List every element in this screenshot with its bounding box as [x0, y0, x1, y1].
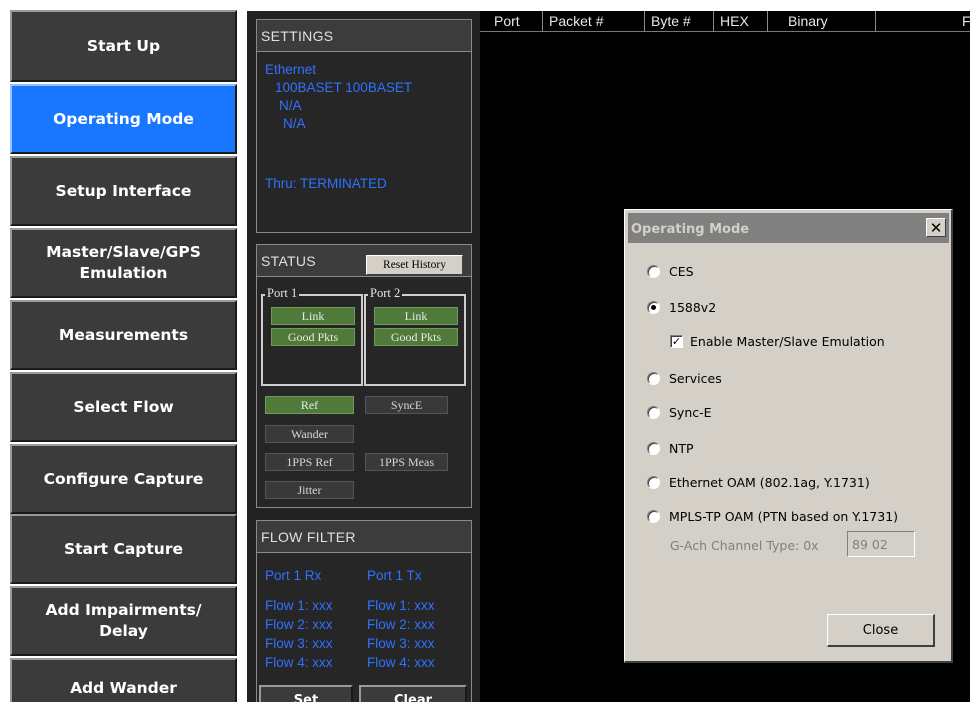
port-1-link-indicator: Link: [271, 307, 355, 325]
nav-setup-interface-button[interactable]: Setup Interface: [10, 156, 237, 226]
port-1-good-pkts-indicator: Good Pkts: [271, 328, 355, 346]
radio-icon[interactable]: [647, 265, 660, 278]
port-2-status-box: Port 2 Link Good Pkts: [364, 286, 466, 386]
option-sync-e[interactable]: Sync-E: [647, 405, 712, 420]
reset-history-button[interactable]: Reset History: [366, 255, 463, 275]
wander-indicator: Wander: [265, 425, 354, 443]
nav-configure-capture-button[interactable]: Configure Capture: [10, 444, 237, 514]
nav-master-slave-gps-button[interactable]: Master/Slave/GPS Emulation: [10, 228, 237, 298]
option-label: 1588v2: [669, 300, 717, 315]
checkbox-label: Enable Master/Slave Emulation: [690, 334, 885, 349]
flow-rx-header: Port 1 Rx: [265, 568, 322, 583]
operating-mode-dialog: Operating Mode ✕ CES 1588v2 ✓ Enable Mas…: [624, 209, 953, 663]
close-icon[interactable]: ✕: [926, 218, 946, 237]
synce-indicator: SyncE: [365, 396, 448, 414]
port-2-good-pkts-indicator: Good Pkts: [374, 328, 458, 346]
flow-filter-title: FLOW FILTER: [257, 521, 471, 553]
nav-operating-mode-button[interactable]: Operating Mode: [10, 84, 237, 154]
option-services[interactable]: Services: [647, 371, 722, 386]
radio-icon[interactable]: [647, 476, 660, 489]
port-2-title: Port 2: [368, 286, 403, 301]
column-truncated[interactable]: F: [960, 11, 970, 32]
nav-measurements-button[interactable]: Measurements: [10, 300, 237, 370]
settings-panel: SETTINGS Ethernet 100BASET 100BASET N/A …: [256, 19, 472, 233]
status-panel: STATUS Reset History Port 1 Link Good Pk…: [256, 244, 472, 508]
radio-icon[interactable]: [647, 510, 660, 523]
option-ethernet-oam[interactable]: Ethernet OAM (802.1ag, Y.1731): [647, 475, 870, 490]
option-label: MPLS-TP OAM (PTN based on Y.1731): [669, 509, 899, 524]
flow-tx-item: Flow 2: xxx: [367, 617, 435, 632]
column-binary[interactable]: Binary: [768, 11, 876, 32]
ref-indicator: Ref: [265, 396, 354, 414]
checkmark-icon[interactable]: ✓: [670, 335, 683, 348]
column-byte[interactable]: Byte #: [645, 11, 714, 32]
nav-start-up-button[interactable]: Start Up: [10, 10, 237, 82]
nav-start-capture-button[interactable]: Start Capture: [10, 514, 237, 584]
option-1588v2[interactable]: 1588v2: [647, 300, 716, 315]
settings-port-speeds: 100BASET 100BASET: [275, 80, 413, 95]
port-1-status-box: Port 1 Link Good Pkts: [261, 286, 363, 386]
port-2-link-indicator: Link: [374, 307, 458, 325]
nav-select-flow-button[interactable]: Select Flow: [10, 372, 237, 442]
settings-thru-mode: Thru: TERMINATED: [265, 176, 387, 191]
option-label: NTP: [669, 441, 694, 456]
flow-tx-item: Flow 1: xxx: [367, 598, 435, 613]
dialog-title: Operating Mode: [631, 222, 750, 237]
settings-value-2: N/A: [283, 116, 306, 131]
enable-emulation-checkbox[interactable]: ✓ Enable Master/Slave Emulation: [670, 334, 885, 349]
gach-channel-field[interactable]: 89 02: [847, 531, 915, 557]
flow-rx-item: Flow 4: xxx: [265, 655, 333, 670]
option-label: Services: [669, 371, 722, 386]
status-side-panel: SETTINGS Ethernet 100BASET 100BASET N/A …: [247, 11, 480, 702]
dialog-title-bar[interactable]: Operating Mode ✕: [628, 213, 949, 243]
option-mpls-tp-oam[interactable]: MPLS-TP OAM (PTN based on Y.1731): [647, 509, 898, 524]
settings-value-1: N/A: [279, 98, 302, 113]
option-ntp[interactable]: NTP: [647, 441, 694, 456]
column-hex[interactable]: HEX: [714, 11, 768, 32]
nav-add-wander-button[interactable]: Add Wander: [10, 658, 237, 702]
radio-selected-icon[interactable]: [647, 301, 660, 314]
column-packet[interactable]: Packet #: [543, 11, 645, 32]
1pps-meas-indicator: 1PPS Meas: [365, 453, 448, 471]
jitter-indicator: Jitter: [265, 481, 354, 499]
flow-tx-item: Flow 4: xxx: [367, 655, 435, 670]
gach-channel-label: G-Ach Channel Type: 0x: [670, 538, 819, 553]
flow-filter-panel: FLOW FILTER Port 1 Rx Port 1 Tx Flow 1: …: [256, 520, 472, 702]
port-1-title: Port 1: [265, 286, 300, 301]
option-ces[interactable]: CES: [647, 264, 694, 279]
capture-table-header: Port Packet # Byte # HEX Binary F: [480, 11, 970, 32]
settings-interface-type: Ethernet: [265, 62, 317, 77]
settings-title: SETTINGS: [257, 20, 471, 52]
nav-add-impairments-button[interactable]: Add Impairments/ Delay: [10, 586, 237, 656]
flow-set-button[interactable]: Set: [259, 685, 353, 702]
flow-rx-item: Flow 2: xxx: [265, 617, 333, 632]
option-label: CES: [669, 264, 694, 279]
radio-icon[interactable]: [647, 406, 660, 419]
flow-clear-button[interactable]: Clear: [359, 685, 467, 702]
1pps-ref-indicator: 1PPS Ref: [265, 453, 354, 471]
column-port[interactable]: Port: [488, 11, 543, 32]
option-label: Ethernet OAM (802.1ag, Y.1731): [669, 475, 870, 490]
radio-icon[interactable]: [647, 372, 660, 385]
flow-rx-item: Flow 3: xxx: [265, 636, 333, 651]
radio-icon[interactable]: [647, 442, 660, 455]
flow-tx-header: Port 1 Tx: [367, 568, 422, 583]
nav-menu: Start Up Operating Mode Setup Interface …: [0, 0, 247, 702]
close-button[interactable]: Close: [827, 614, 935, 647]
option-label: Sync-E: [669, 405, 712, 420]
flow-tx-item: Flow 3: xxx: [367, 636, 435, 651]
flow-rx-item: Flow 1: xxx: [265, 598, 333, 613]
